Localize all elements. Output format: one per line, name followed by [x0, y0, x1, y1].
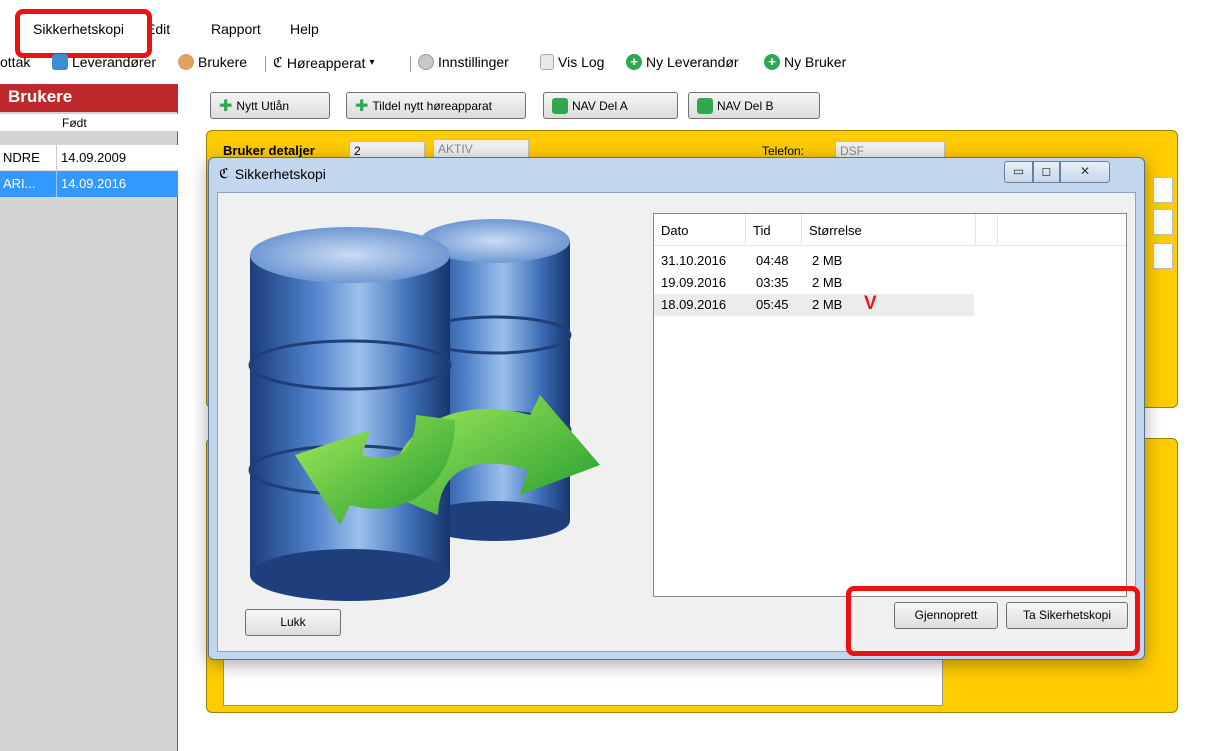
chevron-down-icon: ▾ — [369, 57, 375, 68]
suppliers-icon — [52, 54, 68, 70]
backup-list[interactable]: Dato Tid Størrelse 31.10.2016 04:48 2 MB… — [653, 213, 1127, 597]
side-dropdown[interactable] — [1153, 209, 1173, 235]
dialog-title: ℭ Sikkerhetskopi — [219, 165, 326, 182]
thumbs-up-icon — [697, 97, 713, 114]
list-item[interactable]: 19.09.2016 03:35 2 MB — [654, 272, 974, 294]
hearing-aid-icon: ℭ — [273, 54, 283, 70]
list-item[interactable]: 31.10.2016 04:48 2 MB — [654, 250, 974, 272]
toolbar-innstillinger[interactable]: Innstillinger — [418, 54, 509, 70]
thumbs-up-icon — [552, 97, 568, 114]
toolbar-separator — [410, 56, 411, 72]
list-item[interactable]: 18.09.2016 05:45 2 MB V — [654, 293, 974, 316]
toolbar-ny-leverandor[interactable]: + Ny Leverandør — [626, 54, 739, 70]
toolbar-vis-log[interactable]: Vis Log — [540, 54, 604, 70]
toolbar-mottak[interactable]: ottak — [0, 54, 30, 70]
side-dropdown[interactable] — [1153, 243, 1173, 269]
plus-icon: ✚ — [355, 97, 369, 115]
toolbar-brukere[interactable]: Brukere — [178, 54, 247, 70]
column-header-size[interactable]: Størrelse — [802, 214, 976, 246]
assign-hearing-aid-button[interactable]: ✚ Tildel nytt høreapparat — [346, 92, 526, 119]
column-header-date[interactable]: Dato — [654, 214, 746, 246]
close-window-button[interactable]: ✕ — [1060, 161, 1110, 183]
highlight-box-actions — [846, 586, 1140, 656]
new-loan-button[interactable]: ✚ Nytt Utlån — [210, 92, 330, 119]
nav-del-a-button[interactable]: NAV Del A — [543, 92, 678, 119]
backup-list-header: Dato Tid Størrelse — [654, 214, 1126, 246]
phone-label: Telefon: — [762, 144, 805, 158]
user-icon — [178, 54, 194, 70]
dialog-body: Dato Tid Størrelse 31.10.2016 04:48 2 MB… — [217, 192, 1136, 652]
hearing-aid-icon: ℭ — [219, 165, 229, 181]
log-icon — [540, 54, 554, 70]
users-panel-title: Brukere — [0, 84, 178, 112]
column-header-born[interactable]: Født — [62, 116, 87, 130]
menu-rapport[interactable]: Rapport — [211, 21, 261, 37]
table-row[interactable]: ARI... 14.09.2016 — [0, 171, 178, 197]
toolbar: ottak Leverandører Brukere ℭ Høreapperat… — [0, 50, 1205, 78]
minimize-button[interactable]: ▭ — [1004, 161, 1033, 183]
menu-bar: Sikkerhetskopi Edit Rapport Help — [0, 0, 1205, 46]
toolbar-separator — [265, 56, 266, 72]
plus-icon: ✚ — [219, 97, 233, 115]
gear-icon — [418, 54, 434, 70]
add-icon: + — [764, 54, 780, 70]
add-icon: + — [626, 54, 642, 70]
users-table-header: Født — [0, 114, 178, 132]
toolbar-horeapperat[interactable]: ℭ Høreapperat ▾ — [273, 54, 374, 71]
side-input[interactable] — [1153, 177, 1173, 203]
menu-help[interactable]: Help — [290, 21, 319, 37]
column-header-time[interactable]: Tid — [746, 214, 802, 246]
toolbar-ny-bruker[interactable]: + Ny Bruker — [764, 54, 846, 70]
backup-dialog: ℭ Sikkerhetskopi ▭ ◻ ✕ Dato Tid Størrels… — [208, 157, 1145, 660]
close-button[interactable]: Lukk — [245, 609, 341, 636]
users-panel: Brukere Født NDRE 14.09.2009 ARI... 14.0… — [0, 84, 178, 751]
nav-del-b-button[interactable]: NAV Del B — [688, 92, 820, 119]
user-details-label: Bruker detaljer — [223, 143, 315, 158]
check-mark: V — [864, 293, 877, 314]
toolbar-leverandorer[interactable]: Leverandører — [52, 54, 156, 70]
maximize-button[interactable]: ◻ — [1033, 161, 1060, 183]
database-backup-icon — [248, 219, 600, 601]
column-header-empty — [976, 214, 998, 246]
status-select[interactable]: AKTIV — [433, 139, 529, 159]
table-row[interactable]: NDRE 14.09.2009 — [0, 145, 178, 171]
